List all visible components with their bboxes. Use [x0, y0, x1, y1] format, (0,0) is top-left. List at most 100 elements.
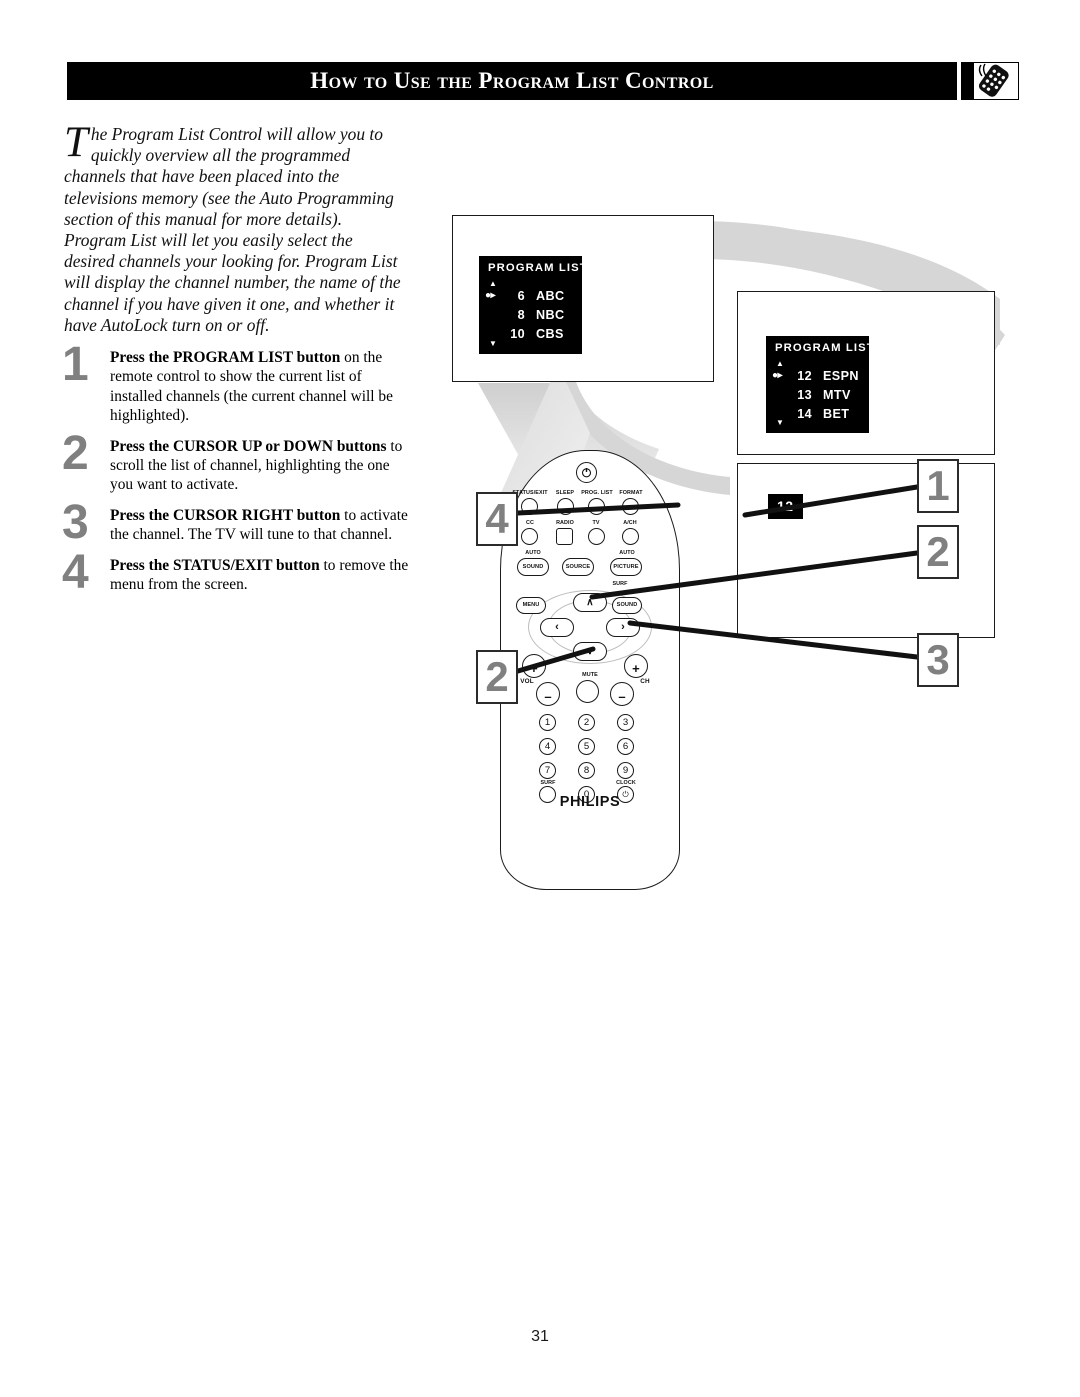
- current-channel-marker-icon: ●▸: [772, 370, 783, 381]
- step-number: 4: [62, 545, 89, 599]
- cc-button[interactable]: [521, 528, 538, 545]
- step-number: 1: [62, 338, 89, 391]
- sleep-button[interactable]: [557, 498, 574, 515]
- step-number: 3: [62, 495, 89, 549]
- vol-plus-icon: +: [530, 661, 538, 676]
- format-button[interactable]: [622, 498, 639, 515]
- step-item: 3 Press the CURSOR RIGHT button to activ…: [62, 498, 414, 546]
- channel-number: 10: [510, 326, 525, 341]
- manual-page: How to Use the Program List Control The …: [0, 0, 1080, 1397]
- channel-badge: 12: [768, 494, 803, 519]
- a-ch-button[interactable]: [622, 528, 639, 545]
- key-6[interactable]: 6: [617, 738, 634, 755]
- label-radio: RADIO: [556, 520, 574, 526]
- key-7[interactable]: 7: [539, 762, 556, 779]
- tv-screen-2: PROGRAM LIST ▲ ●▸ 12 ESPN 13 MTV 14 BET …: [737, 291, 995, 455]
- label-menu: MENU: [522, 602, 540, 608]
- callout-4: 4: [476, 492, 518, 546]
- intro-text: he Program List Control will allow you t…: [64, 124, 401, 335]
- program-list-osd-1: PROGRAM LIST ▲ ●▸ 6 ABC 8 NBC 10 CBS ▼: [479, 256, 587, 354]
- step-bold: Press the STATUS/EXIT button: [110, 556, 320, 574]
- label-surf-over: SURF: [612, 581, 628, 587]
- step-bold: Press the CURSOR UP or DOWN buttons: [110, 437, 387, 455]
- step-item: 2 Press the CURSOR UP or DOWN buttons to…: [62, 429, 414, 495]
- remote-control-icon: [961, 62, 1019, 100]
- osd-title: PROGRAM LIST: [775, 342, 875, 354]
- osd-title: PROGRAM LIST: [488, 262, 588, 274]
- step-text: Press the CURSOR UP or DOWN buttons to s…: [110, 437, 414, 495]
- status-exit-button[interactable]: [521, 498, 538, 515]
- key-9[interactable]: 9: [617, 762, 634, 779]
- osd-channel-row[interactable]: 8 NBC: [485, 305, 578, 324]
- osd-channel-row[interactable]: ●▸ 12 ESPN: [772, 366, 865, 385]
- callout-1: 1: [917, 459, 959, 513]
- label-auto-right: AUTO: [619, 550, 635, 556]
- key-5[interactable]: 5: [578, 738, 595, 755]
- intro-dropcap: T: [64, 119, 88, 166]
- step-bold: Press the CURSOR RIGHT button: [110, 506, 341, 524]
- label-sleep: SLEEP: [555, 490, 575, 496]
- vol-minus-icon: –: [544, 689, 552, 704]
- label-pad-sound: SOUND: [616, 602, 638, 608]
- osd-channel-row[interactable]: 14 BET: [772, 404, 865, 423]
- osd-channel-row[interactable]: 10 CBS: [485, 324, 578, 343]
- channel-number: 13: [797, 387, 812, 402]
- prog-list-button[interactable]: [588, 498, 605, 515]
- key-8[interactable]: 8: [578, 762, 595, 779]
- osd-channel-list: ●▸ 6 ABC 8 NBC 10 CBS: [485, 286, 578, 343]
- step-number: 2: [62, 426, 89, 480]
- label-tv: TV: [592, 520, 600, 526]
- step-text: Press the PROGRAM LIST button on the rem…: [110, 348, 414, 426]
- key-3[interactable]: 3: [617, 714, 634, 731]
- callout-2-lower: 2: [476, 650, 518, 704]
- channel-name: NBC: [536, 307, 565, 322]
- label-a-ch: A/CH: [623, 520, 637, 526]
- label-ch: CH: [640, 678, 650, 685]
- page-header-bar: How to Use the Program List Control: [67, 62, 957, 100]
- channel-name: ESPN: [823, 368, 859, 383]
- cursor-left-icon: ‹: [555, 621, 559, 633]
- osd-channel-row[interactable]: ●▸ 6 ABC: [485, 286, 578, 305]
- mute-button[interactable]: [576, 680, 599, 703]
- page-number: 31: [531, 1328, 549, 1345]
- label-cc: CC: [526, 520, 534, 526]
- radio-button[interactable]: [556, 528, 573, 545]
- callout-3: 3: [917, 633, 959, 687]
- intro-paragraph: The Program List Control will allow you …: [64, 119, 404, 336]
- step-item: 4 Press the STATUS/EXIT button to remove…: [62, 548, 414, 596]
- ch-minus-icon: –: [618, 689, 626, 704]
- label-auto-left: AUTO: [525, 550, 541, 556]
- cursor-right-icon: ›: [621, 621, 625, 633]
- tv-button[interactable]: [588, 528, 605, 545]
- step-text: Press the CURSOR RIGHT button to activat…: [110, 506, 414, 545]
- instruction-steps: 1 Press the PROGRAM LIST button on the r…: [62, 341, 414, 605]
- remote-control-illustration: STATUS/EXIT SLEEP PROG. LIST FORMAT CC R…: [500, 450, 680, 890]
- channel-number: 6: [517, 288, 525, 303]
- channel-number: 12: [797, 368, 812, 383]
- cursor-up-icon: ∧: [586, 597, 594, 608]
- channel-number: 14: [797, 406, 812, 421]
- cursor-down-icon: ∨: [586, 646, 594, 657]
- osd-channel-list: ●▸ 12 ESPN 13 MTV 14 BET: [772, 366, 865, 423]
- key-4[interactable]: 4: [539, 738, 556, 755]
- key-2[interactable]: 2: [578, 714, 595, 731]
- illustration: PROGRAM LIST ▲ ●▸ 6 ABC 8 NBC 10 CBS ▼ P…: [440, 195, 1040, 915]
- step-text: Press the STATUS/EXIT button to remove t…: [110, 556, 414, 595]
- channel-name: CBS: [536, 326, 564, 341]
- label-picture: PICTURE: [613, 564, 639, 570]
- osd-channel-row[interactable]: 13 MTV: [772, 385, 865, 404]
- label-prog-list: PROG. LIST: [581, 490, 613, 496]
- label-source: SOURCE: [565, 564, 591, 570]
- label-vol: VOL: [520, 678, 534, 685]
- current-channel-marker-icon: ●▸: [485, 290, 496, 301]
- channel-name: BET: [823, 406, 850, 421]
- scroll-down-arrow-icon: ▼: [776, 418, 784, 427]
- channel-name: MTV: [823, 387, 851, 402]
- power-icon: [581, 468, 592, 478]
- key-1[interactable]: 1: [539, 714, 556, 731]
- ch-plus-icon: +: [632, 661, 640, 676]
- channel-name: ABC: [536, 288, 565, 303]
- step-item: 1 Press the PROGRAM LIST button on the r…: [62, 341, 414, 426]
- program-list-osd-2: PROGRAM LIST ▲ ●▸ 12 ESPN 13 MTV 14 BET …: [766, 336, 874, 433]
- label-format: FORMAT: [619, 490, 643, 496]
